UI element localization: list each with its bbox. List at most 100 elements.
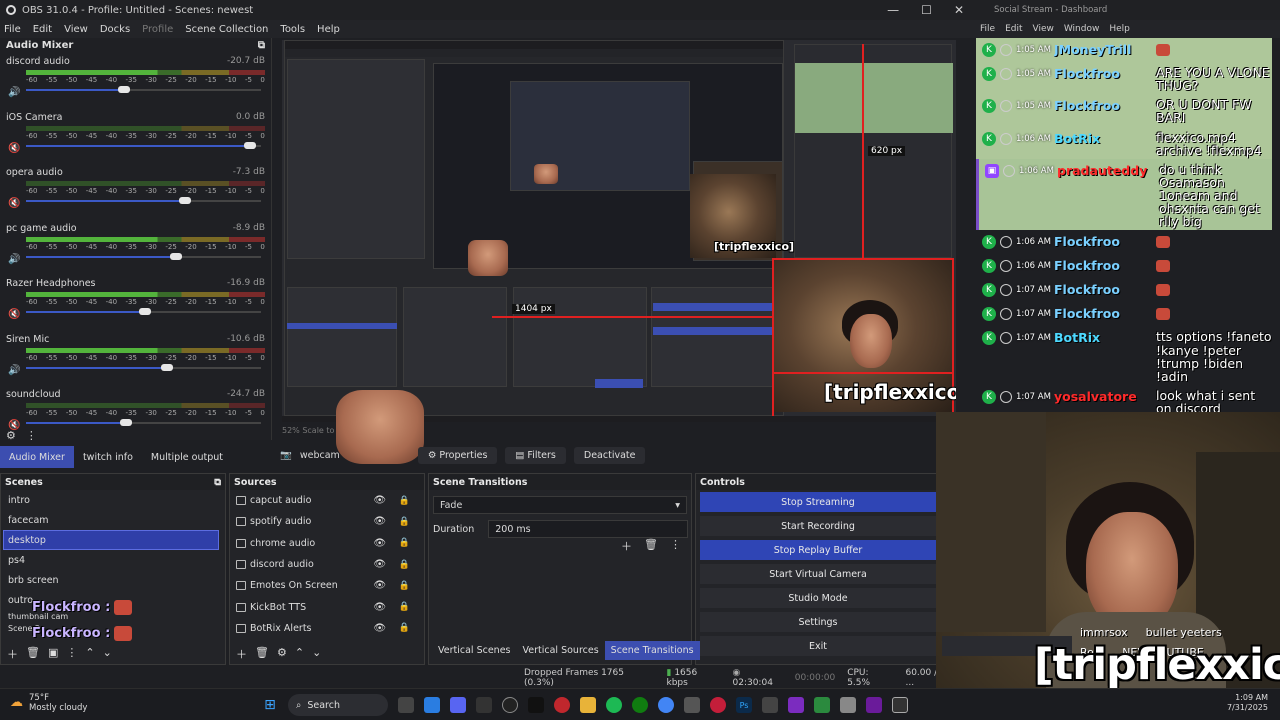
stop-streaming-button[interactable]: Stop Streaming	[700, 492, 936, 512]
app-icon[interactable]	[840, 697, 856, 713]
undock-icon[interactable]: ⧉	[258, 40, 265, 51]
scene-item[interactable]: brb screen	[1, 570, 225, 590]
volume-slider[interactable]	[26, 251, 265, 263]
slider-knob[interactable]	[139, 308, 152, 315]
volume-slider[interactable]	[26, 362, 265, 374]
app-icon[interactable]	[762, 697, 778, 713]
source-item[interactable]: capcut audio 👁 🔒	[230, 490, 424, 511]
tiktok-icon[interactable]	[528, 697, 544, 713]
tab-vertical-scenes[interactable]: Vertical Scenes	[432, 641, 517, 660]
app-icon[interactable]	[814, 697, 830, 713]
menu-view[interactable]: View	[64, 24, 88, 35]
lock-icon[interactable]: 🔒	[399, 496, 410, 506]
scene-item[interactable]: facecam	[1, 510, 225, 530]
lock-icon[interactable]: 🔒	[399, 581, 410, 591]
source-item[interactable]: spotify audio 👁 🔒	[230, 511, 424, 532]
obs-icon[interactable]	[502, 697, 518, 713]
slider-knob[interactable]	[169, 252, 182, 260]
slider-knob[interactable]	[244, 141, 256, 149]
app-icon[interactable]	[710, 697, 726, 713]
preview-canvas[interactable]: [tripflexxico] [tripflexxico] 1404 px 62…	[282, 40, 956, 422]
ss-menu-edit[interactable]: Edit	[1005, 24, 1022, 34]
duration-input[interactable]: 200 ms	[488, 520, 689, 538]
scene-menu-kebab-icon[interactable]: ⋮	[66, 646, 77, 662]
source-item[interactable]: KickBot TTS 👁 🔒	[230, 596, 424, 617]
tab-twitch-info[interactable]: twitch info	[74, 446, 142, 468]
ss-menu-window[interactable]: Window	[1064, 24, 1100, 34]
move-up-icon[interactable]: ⌃	[85, 646, 94, 662]
lock-icon[interactable]: 🔒	[399, 560, 410, 570]
scene-item[interactable]: intro	[1, 490, 225, 510]
menu-edit[interactable]: Edit	[33, 24, 52, 35]
remove-scene-icon[interactable]: 🗑	[26, 646, 40, 662]
capcut-icon[interactable]	[476, 697, 492, 713]
scene-item[interactable]: desktop	[3, 530, 219, 550]
copilot-icon[interactable]	[424, 697, 440, 713]
muted-speaker-icon[interactable]: 🔇	[8, 143, 20, 154]
tab-vertical-sources[interactable]: Vertical Sources	[517, 641, 605, 660]
source-item[interactable]: Emotes On Screen 👁 🔒	[230, 575, 424, 596]
explorer-icon[interactable]	[580, 697, 596, 713]
move-down-icon[interactable]: ⌄	[312, 646, 321, 662]
add-transition-icon[interactable]: ＋	[621, 538, 632, 554]
scene-filters-icon[interactable]: ▣	[48, 646, 58, 662]
menu-tools[interactable]: Tools	[280, 24, 305, 35]
add-scene-icon[interactable]: ＋	[7, 646, 18, 662]
volume-slider[interactable]	[26, 84, 265, 96]
photoshop-icon[interactable]: Ps	[736, 697, 752, 713]
app-icon[interactable]	[684, 697, 700, 713]
transition-menu-kebab-icon[interactable]: ⋮	[670, 538, 681, 554]
slider-knob[interactable]	[161, 363, 174, 371]
slider-knob[interactable]	[117, 86, 130, 93]
source-settings-gear-icon[interactable]: ⚙	[277, 646, 287, 662]
visibility-eye-icon[interactable]: 👁	[373, 623, 387, 634]
filters-button[interactable]: ▤ Filters	[505, 446, 566, 464]
scene-item[interactable]: ps4	[1, 550, 225, 570]
visibility-eye-icon[interactable]: 👁	[373, 559, 387, 570]
menu-file[interactable]: File	[4, 24, 21, 35]
exit-button[interactable]: Exit	[700, 636, 936, 656]
slider-knob[interactable]	[178, 197, 191, 204]
menu-help[interactable]: Help	[317, 24, 340, 35]
source-item[interactable]: BotRix Alerts 👁 🔒	[230, 618, 424, 639]
visibility-eye-icon[interactable]: 👁	[373, 580, 387, 591]
slider-knob[interactable]	[119, 419, 132, 426]
speaker-icon[interactable]: 🔊	[8, 254, 20, 265]
volume-slider[interactable]	[26, 417, 265, 429]
menu-scene-collection[interactable]: Scene Collection	[185, 24, 268, 35]
speaker-icon[interactable]: 🔊	[8, 365, 20, 376]
windows-start-icon[interactable]: ⊞	[262, 697, 278, 713]
mixer-settings-gear-icon[interactable]: ⚙	[6, 429, 16, 442]
tab-audio-mixer[interactable]: Audio Mixer	[0, 446, 74, 468]
visibility-eye-icon[interactable]: 👁	[373, 538, 387, 549]
source-item[interactable]: chrome audio 👁 🔒	[230, 533, 424, 554]
app-icon[interactable]	[892, 697, 908, 713]
visibility-eye-icon[interactable]: 👁	[373, 602, 387, 613]
lock-icon[interactable]: 🔒	[399, 538, 410, 548]
volume-slider[interactable]	[26, 140, 265, 152]
lock-icon[interactable]: 🔒	[399, 517, 410, 527]
settings-button[interactable]: Settings	[700, 612, 936, 632]
transition-select[interactable]: Fade ▾	[433, 496, 687, 514]
tab-multiple-output[interactable]: Multiple output	[142, 446, 232, 468]
maximize-button[interactable]: ☐	[921, 3, 932, 17]
start-virtual-camera-button[interactable]: Start Virtual Camera	[700, 564, 936, 584]
ss-menu-help[interactable]: Help	[1109, 24, 1130, 34]
taskbar-clock[interactable]: 1:09 AM 7/31/2025	[1227, 693, 1268, 714]
discord-icon[interactable]	[450, 697, 466, 713]
xbox-icon[interactable]	[632, 697, 648, 713]
move-down-icon[interactable]: ⌄	[103, 646, 112, 662]
muted-speaker-icon[interactable]: 🔇	[8, 198, 20, 209]
speaker-icon[interactable]: 🔊	[8, 87, 20, 98]
studio-mode-button[interactable]: Studio Mode	[700, 588, 936, 608]
remove-source-icon[interactable]: 🗑	[255, 646, 269, 662]
lock-icon[interactable]: 🔒	[399, 623, 410, 633]
close-button[interactable]: ✕	[954, 3, 964, 17]
ss-menu-view[interactable]: View	[1033, 24, 1054, 34]
ss-menu-file[interactable]: File	[980, 24, 995, 34]
weather-widget[interactable]: ☁ 75°F Mostly cloudy	[10, 693, 87, 713]
app-icon[interactable]	[866, 697, 882, 713]
taskbar-search[interactable]: ⌕ Search	[288, 694, 388, 716]
deactivate-button[interactable]: Deactivate	[573, 446, 646, 464]
task-view-icon[interactable]	[398, 697, 414, 713]
